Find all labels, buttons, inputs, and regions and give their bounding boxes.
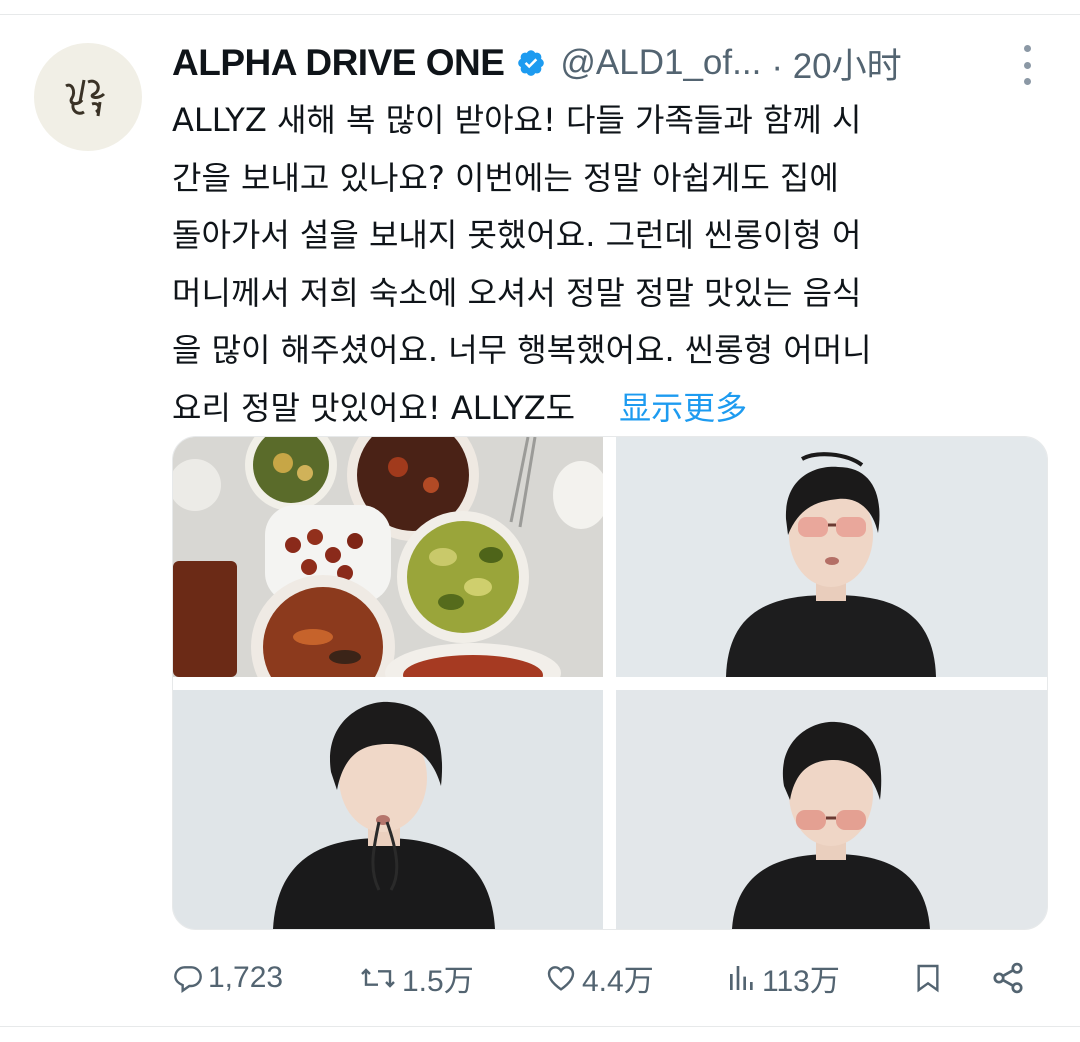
person-holding-glasses-photo-icon	[173, 690, 603, 929]
tweet-text-line: 을 많이 해주셨어요. 너무 행복했어요. 씬롱형 어머니	[172, 331, 872, 369]
retweet-count: 1.5万	[402, 965, 474, 998]
retweet-icon	[361, 968, 395, 988]
tweet-header: ALPHA DRIVE ONE @ALD1_of... · 20小时	[172, 38, 902, 88]
media-grid	[172, 436, 1048, 930]
person-glasses-lowered-photo-icon	[616, 690, 1047, 929]
tweet-text-last-line: 요리 정말 맛있어요! ALLYZ도 显示更多	[172, 380, 1052, 438]
share-icon	[993, 962, 1023, 994]
show-more-link[interactable]: 显示更多	[619, 389, 747, 427]
media-person-photo-3[interactable]	[616, 690, 1047, 929]
tweet-text-line: 간을 보내고 있나요? 이번에는 정말 아쉽게도 집에	[172, 158, 839, 197]
bookmark-button[interactable]	[912, 950, 944, 1006]
reply-button[interactable]: 1,723	[172, 950, 283, 1006]
media-person-photo-1[interactable]	[616, 437, 1047, 677]
media-person-photo-2[interactable]	[173, 690, 603, 929]
top-divider	[0, 0, 1080, 15]
views-chart-icon	[730, 966, 753, 990]
retweet-button[interactable]: 1.5万	[358, 950, 474, 1006]
tweet-actions-bar: 1,723 1.5万 4.4万 113万	[172, 950, 1052, 1006]
media-food-photo[interactable]	[173, 437, 603, 677]
tweet-text: ALLYZ 새해 복 많이 받아요! 다들 가족들과 함께 시 간을 보내고 있…	[172, 92, 1052, 437]
person-with-sunglasses-photo-icon	[616, 437, 1047, 677]
like-count: 4.4万	[582, 965, 654, 998]
like-button[interactable]: 4.4万	[544, 950, 654, 1006]
tweet-text-line: ALLYZ 새해 복 많이 받아요! 다들 가족들과 함께 시	[172, 101, 862, 139]
tweet-text-line: 머니께서 저희 숙소에 오셔서 정말 정말 맛있는 음식	[172, 273, 862, 312]
share-button[interactable]	[990, 950, 1026, 1006]
views-count: 113万	[762, 965, 840, 998]
bottom-divider	[0, 1026, 1080, 1027]
tweet-text-line: 돌아가서 설을 보내지 못했어요. 그런데 씬롱이형 어	[172, 216, 862, 254]
verified-badge-icon	[516, 48, 546, 78]
heart-icon	[547, 966, 575, 991]
avatar[interactable]	[34, 43, 142, 151]
reply-count: 1,723	[208, 961, 284, 994]
author-handle[interactable]: @ALD1_of...	[560, 43, 761, 83]
tweet-timestamp[interactable]: · 20小时	[771, 38, 901, 89]
bookmark-icon	[917, 964, 939, 993]
more-options-icon[interactable]	[1020, 45, 1034, 85]
views-button[interactable]: 113万	[726, 950, 840, 1006]
food-table-photo-icon	[173, 437, 603, 677]
reply-icon	[174, 966, 202, 993]
ald1-logo-icon	[65, 79, 106, 117]
author-display-name[interactable]: ALPHA DRIVE ONE	[172, 42, 505, 84]
tweet-text-line: 요리 정말 맛있어요! ALLYZ도	[172, 388, 576, 427]
